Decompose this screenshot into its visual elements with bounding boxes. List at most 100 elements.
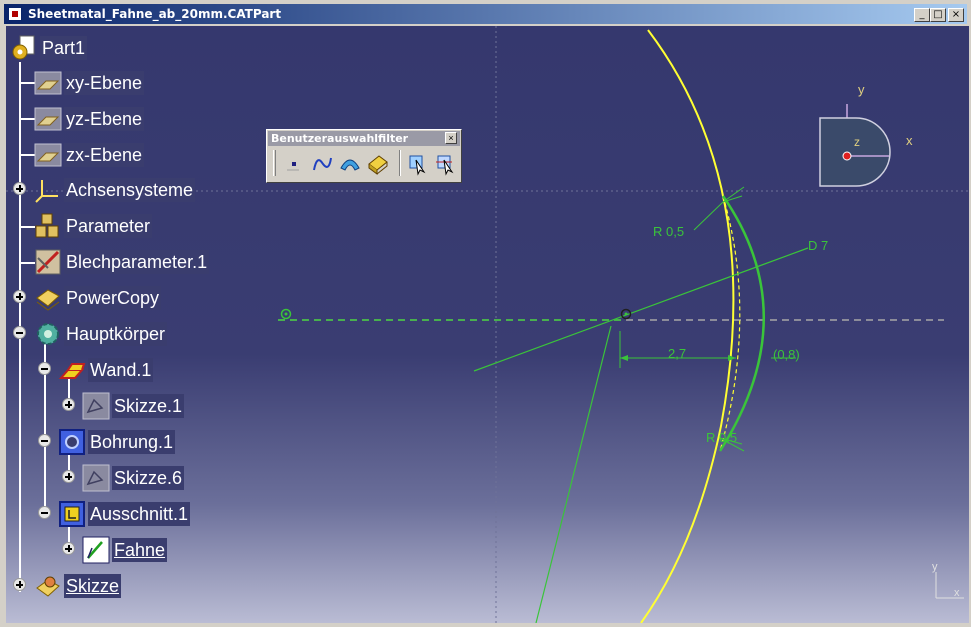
compass-face: [819, 117, 891, 187]
sketch-arc[interactable]: [718, 195, 765, 452]
maximize-button[interactable]: □: [930, 8, 946, 22]
plane-icon: [34, 105, 62, 133]
collapse-minus-icon[interactable]: [38, 362, 51, 375]
collapse-minus-icon[interactable]: [38, 506, 51, 519]
radius-top-arrow: [722, 186, 745, 203]
tree-branch-1: [21, 82, 35, 84]
window-title: Sheetmatal_Fahne_ab_20mm.CATPart: [28, 7, 282, 21]
toolbar-title: Benutzerauswahlfilter: [271, 132, 409, 145]
dim-diameter[interactable]: D 7: [808, 238, 828, 253]
dim-arrow-left: [620, 355, 628, 361]
tree-item-fahne-sketch[interactable]: Fahne: [82, 536, 168, 564]
tree-item-label[interactable]: yz-Ebene: [64, 107, 145, 131]
tree-item-label[interactable]: Achsensysteme: [64, 178, 196, 202]
tree-item-powercopy[interactable]: PowerCopy: [34, 284, 162, 312]
tree-item-label[interactable]: Parameter: [64, 214, 153, 238]
tree-branch-2: [21, 118, 35, 120]
plane-icon: [34, 141, 62, 169]
corner-x-label: x: [954, 587, 960, 599]
toolbar-title-bar[interactable]: Benutzerauswahlfilter ×: [268, 131, 460, 146]
plane-icon: [34, 69, 62, 97]
compass-z-label: z: [854, 135, 860, 149]
tree-item-label[interactable]: zx-Ebene: [64, 143, 145, 167]
expand-plus-icon[interactable]: [62, 398, 75, 411]
tree-item-label[interactable]: xy-Ebene: [64, 71, 145, 95]
tree-branch-3: [21, 154, 35, 156]
tree-item-hole[interactable]: Bohrung.1: [58, 428, 176, 456]
compass-x-label: x: [906, 133, 913, 148]
tree-branch-6: [21, 262, 35, 264]
tree-item-label[interactable]: Skizze.6: [112, 466, 185, 490]
dim-radius-top[interactable]: R 0,5: [653, 224, 684, 239]
tree-item-parameter[interactable]: Parameter: [34, 212, 153, 240]
tree-item-label[interactable]: Hauptkörper: [64, 322, 168, 346]
3d-viewport[interactable]: R 0,5 D 7 2,7 (0,8) R 0,5 y x z y x Part…: [6, 26, 969, 623]
intersection-edge-filter-icon[interactable]: [432, 150, 458, 176]
tree-item-label[interactable]: Wand.1: [88, 358, 154, 382]
compass-origin: [842, 151, 852, 161]
dim-reference[interactable]: (0,8): [773, 347, 800, 362]
tree-item-wall[interactable]: Wand.1: [58, 356, 154, 384]
tree-item-label[interactable]: Skizze.1: [112, 394, 185, 418]
user-selection-filter-toolbar[interactable]: Benutzerauswahlfilter ×: [266, 129, 462, 183]
tree-item-label[interactable]: Blechparameter.1: [64, 250, 210, 274]
tree-item-sketch-1[interactable]: Skizze.1: [82, 392, 185, 420]
hole-icon: [58, 428, 86, 456]
diameter-leader-line: [473, 247, 809, 372]
parameter-icon: [34, 212, 62, 240]
surface-filter-icon[interactable]: [337, 150, 363, 176]
tree-item-xy-plane[interactable]: xy-Ebene: [34, 69, 145, 97]
dim-horizontal[interactable]: 2,7: [668, 346, 686, 361]
expand-plus-icon[interactable]: [13, 182, 26, 195]
tree-item-cutout[interactable]: Ausschnitt.1: [58, 500, 191, 528]
tree-item-label[interactable]: Ausschnitt.1: [88, 502, 191, 526]
expand-plus-icon[interactable]: [13, 578, 26, 591]
expand-plus-icon[interactable]: [62, 542, 75, 555]
powercopy-icon: [34, 284, 62, 312]
curve-filter-icon[interactable]: [309, 150, 335, 176]
sketch-body-icon: [34, 572, 62, 600]
point-filter-icon[interactable]: [281, 150, 307, 176]
flange-outer-edge[interactable]: [640, 29, 735, 623]
sketch-icon: [82, 392, 110, 420]
tree-item-yz-plane[interactable]: yz-Ebene: [34, 105, 145, 133]
feature-element-filter-icon[interactable]: [404, 150, 430, 176]
tree-root-label[interactable]: Part1: [40, 36, 88, 60]
tree-item-label[interactable]: Bohrung.1: [88, 430, 176, 454]
collapse-minus-icon[interactable]: [38, 434, 51, 447]
construction-line-diagonal[interactable]: [535, 325, 612, 623]
tree-branch-5: [21, 226, 35, 228]
tree-item-label[interactable]: Skizze: [64, 574, 122, 598]
tree-root[interactable]: Part1: [10, 34, 88, 62]
tree-item-sketch-body[interactable]: Skizze: [34, 572, 122, 600]
axis-system-icon: [34, 176, 62, 204]
catpart-app-icon[interactable]: [8, 7, 22, 21]
minimize-button[interactable]: _: [914, 8, 930, 22]
specification-tree: Part1 xy-Ebene yz-Ebene zx-Ebene Achsens…: [6, 26, 486, 623]
toolbar-close-button[interactable]: ×: [445, 132, 457, 144]
compass-y-label: y: [858, 82, 865, 97]
tree-item-label[interactable]: Fahne: [112, 538, 168, 562]
toolbar-grip[interactable]: [273, 150, 276, 176]
compass-widget[interactable]: y x z: [819, 82, 913, 187]
close-button[interactable]: ×: [948, 8, 964, 22]
collapse-minus-icon[interactable]: [13, 326, 26, 339]
dim-radius-bottom[interactable]: R 0,5: [706, 430, 737, 445]
corner-y-label: y: [932, 561, 938, 573]
active-sketch-icon: [82, 536, 110, 564]
tree-item-label[interactable]: PowerCopy: [64, 286, 162, 310]
expand-plus-icon[interactable]: [13, 290, 26, 303]
tree-item-sheetmetal-parameters[interactable]: Blechparameter.1: [34, 248, 210, 276]
title-bar[interactable]: Sheetmatal_Fahne_ab_20mm.CATPart _ □ ×: [4, 4, 967, 24]
tree-item-sketch-6[interactable]: Skizze.6: [82, 464, 185, 492]
dim-arrow-right: [728, 355, 736, 361]
tree-item-axis-systems[interactable]: Achsensysteme: [34, 176, 196, 204]
sheetmetal-parameter-icon: [34, 248, 62, 276]
expand-plus-icon[interactable]: [62, 470, 75, 483]
tree-item-part-body[interactable]: Hauptkörper: [34, 320, 168, 348]
sketch-icon: [82, 464, 110, 492]
part-body-icon: [34, 320, 62, 348]
corner-axis-indicator: y x: [932, 561, 964, 599]
volume-filter-icon[interactable]: [365, 150, 391, 176]
tree-item-zx-plane[interactable]: zx-Ebene: [34, 141, 145, 169]
